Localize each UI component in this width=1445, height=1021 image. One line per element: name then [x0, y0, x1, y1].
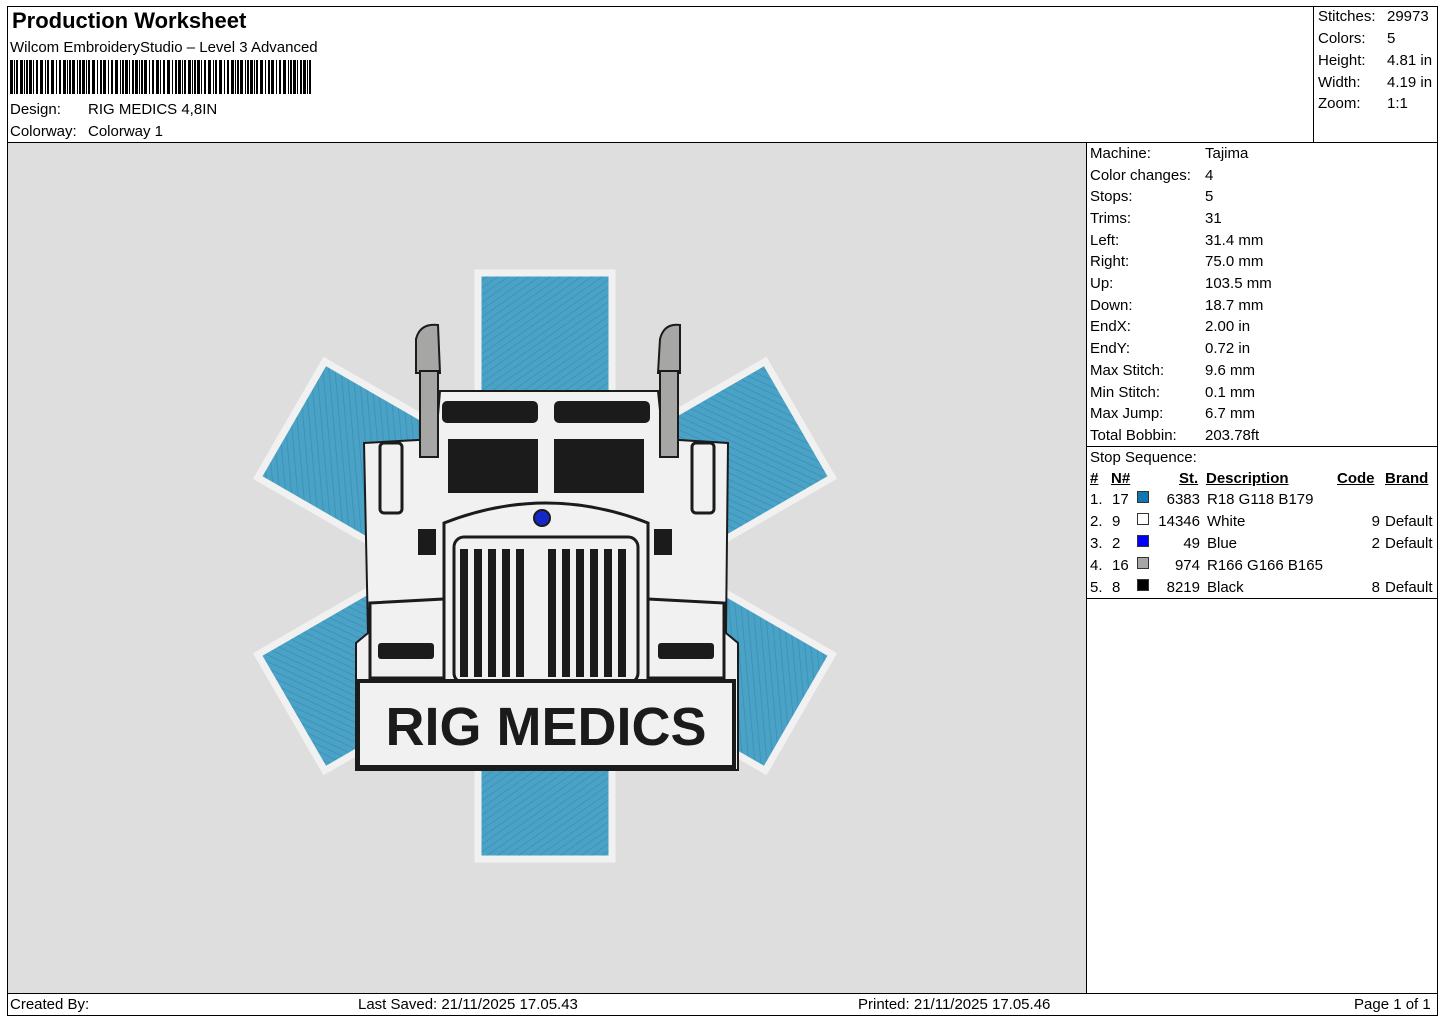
max-stitch-value: 9.6 mm	[1205, 362, 1256, 379]
row-description: R166 G166 B165	[1207, 557, 1323, 574]
panel-divider	[1086, 142, 1087, 994]
color-swatch	[1137, 491, 1149, 503]
row-needle: 9	[1112, 513, 1121, 530]
row-index: 1.	[1090, 491, 1103, 508]
color-swatch	[1137, 579, 1149, 591]
right-label: Right:	[1090, 253, 1130, 270]
height-label: Height:	[1318, 52, 1366, 69]
down-value: 18.7 mm	[1205, 297, 1264, 314]
color-changes-label: Color changes:	[1090, 167, 1191, 184]
row-brand: Default	[1385, 579, 1433, 596]
row-description: Blue	[1207, 535, 1238, 552]
row-description: R18 G118 B179	[1207, 491, 1314, 508]
software-name: Wilcom EmbroideryStudio – Level 3 Advanc…	[10, 39, 318, 56]
row-code: 9	[1371, 513, 1380, 530]
width-value: 4.19 in	[1387, 74, 1433, 91]
design-name: RIG MEDICS 4,8IN	[88, 101, 218, 118]
stops-label: Stops:	[1090, 188, 1133, 205]
row-stitches: 6383	[1166, 491, 1200, 508]
created-by: Created By:	[10, 996, 90, 1013]
row-index: 5.	[1090, 579, 1103, 596]
footer-divider	[7, 993, 1438, 994]
design-text: RIG MEDICS	[385, 697, 706, 757]
left-value: 31.4 mm	[1205, 232, 1264, 249]
printed-date: Printed: 21/11/2025 17.05.46	[858, 996, 1051, 1013]
hood-emblem	[533, 509, 551, 527]
max-jump-label: Max Jump:	[1090, 405, 1164, 422]
zoom-value: 1:1	[1387, 95, 1408, 112]
design-preview: RIG MEDICS	[8, 143, 1086, 993]
page-title: Production Worksheet	[12, 8, 247, 33]
trims-label: Trims:	[1090, 210, 1132, 227]
sequence-divider	[1086, 598, 1438, 599]
width-label: Width:	[1318, 74, 1361, 91]
row-stitches: 8219	[1166, 579, 1200, 596]
stats-divider	[1313, 6, 1314, 143]
color-swatch	[1137, 535, 1149, 547]
row-brand: Default	[1385, 535, 1433, 552]
row-code: 8	[1371, 579, 1380, 596]
colorway-label: Colorway:	[10, 123, 77, 140]
last-saved: Last Saved: 21/11/2025 17.05.43	[358, 996, 578, 1013]
row-needle: 16	[1112, 557, 1129, 574]
endy-label: EndY:	[1090, 340, 1131, 357]
min-stitch-label: Min Stitch:	[1090, 384, 1161, 401]
barcode-image	[10, 60, 311, 94]
row-brand: Default	[1385, 513, 1433, 530]
col-stitches-header: St.	[1179, 470, 1199, 487]
col-description-header: Description	[1206, 470, 1289, 487]
row-index: 4.	[1090, 557, 1103, 574]
total-bobbin-label: Total Bobbin:	[1090, 427, 1177, 444]
row-code: 2	[1371, 535, 1380, 552]
color-changes-value: 4	[1205, 167, 1214, 184]
zoom-label: Zoom:	[1318, 95, 1361, 112]
row-needle: 8	[1112, 579, 1121, 596]
max-jump-value: 6.7 mm	[1205, 405, 1256, 422]
height-value: 4.81 in	[1387, 52, 1433, 69]
up-value: 103.5 mm	[1205, 275, 1272, 292]
col-brand-header: Brand	[1385, 470, 1429, 487]
col-needle-header: N#	[1111, 470, 1131, 487]
max-stitch-label: Max Stitch:	[1090, 362, 1165, 379]
row-needle: 2	[1112, 535, 1121, 552]
trims-value: 31	[1205, 210, 1222, 227]
row-description: Black	[1207, 579, 1244, 596]
colors-label: Colors:	[1318, 30, 1366, 47]
col-code-header: Code	[1337, 470, 1375, 487]
row-description: White	[1207, 513, 1246, 530]
machine-value: Tajima	[1205, 145, 1249, 162]
color-swatch	[1137, 557, 1149, 569]
right-value: 75.0 mm	[1205, 253, 1264, 270]
stops-value: 5	[1205, 188, 1214, 205]
row-stitches: 974	[1174, 557, 1200, 574]
total-bobbin-value: 203.78ft	[1205, 427, 1260, 444]
down-label: Down:	[1090, 297, 1133, 314]
page-number: Page 1 of 1	[1354, 996, 1431, 1013]
min-stitch-value: 0.1 mm	[1205, 384, 1256, 401]
row-index: 3.	[1090, 535, 1103, 552]
row-stitches: 49	[1183, 535, 1200, 552]
col-index-header: #	[1090, 470, 1099, 487]
colors-value: 5	[1387, 30, 1396, 47]
embroidery-design-image: RIG MEDICS	[252, 269, 838, 863]
endx-label: EndX:	[1090, 318, 1131, 335]
stop-sequence-title: Stop Sequence:	[1090, 449, 1197, 466]
stitches-label: Stitches:	[1318, 8, 1376, 25]
design-label: Design:	[10, 101, 61, 118]
machine-label: Machine:	[1090, 145, 1151, 162]
row-index: 2.	[1090, 513, 1103, 530]
stitches-value: 29973	[1387, 8, 1429, 25]
endx-value: 2.00 in	[1205, 318, 1251, 335]
color-swatch	[1137, 513, 1149, 525]
row-stitches: 14346	[1158, 513, 1200, 530]
left-label: Left:	[1090, 232, 1120, 249]
endy-value: 0.72 in	[1205, 340, 1251, 357]
up-label: Up:	[1090, 275, 1114, 292]
row-needle: 17	[1112, 491, 1129, 508]
info-divider	[1086, 446, 1438, 447]
colorway-name: Colorway 1	[88, 123, 164, 140]
